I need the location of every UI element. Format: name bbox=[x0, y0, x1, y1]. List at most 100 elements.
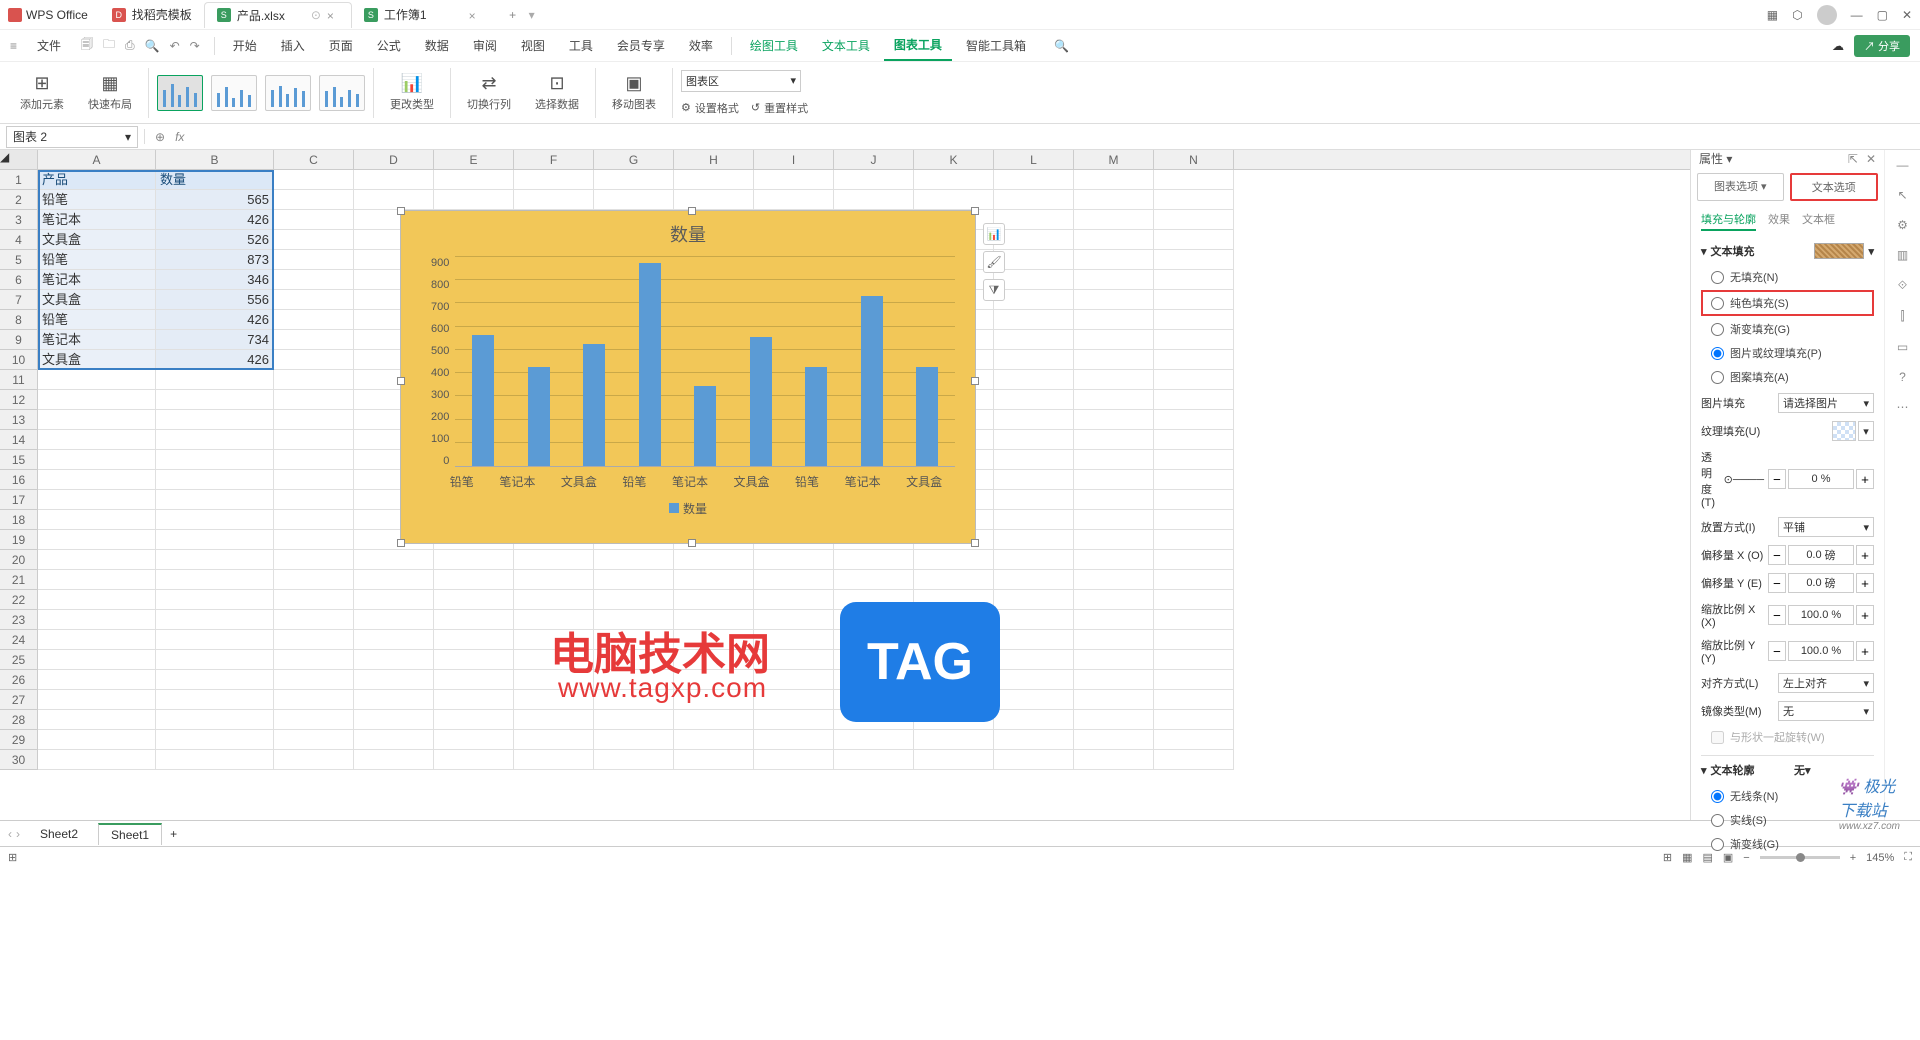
cell[interactable] bbox=[1154, 190, 1234, 210]
cell[interactable] bbox=[834, 750, 914, 770]
row-header[interactable]: 25 bbox=[0, 650, 37, 670]
row-header[interactable]: 11 bbox=[0, 370, 37, 390]
cell[interactable] bbox=[1074, 270, 1154, 290]
chart-style-2[interactable] bbox=[211, 75, 257, 111]
offset-y-input[interactable]: 0.0 磅 bbox=[1788, 573, 1854, 593]
cell[interactable] bbox=[674, 710, 754, 730]
cell[interactable] bbox=[1074, 190, 1154, 210]
cell[interactable] bbox=[994, 310, 1074, 330]
cell[interactable] bbox=[514, 710, 594, 730]
menu-draw-tools[interactable]: 绘图工具 bbox=[740, 31, 808, 60]
cell[interactable] bbox=[274, 410, 354, 430]
cell[interactable] bbox=[434, 670, 514, 690]
cell[interactable] bbox=[994, 690, 1074, 710]
row-header[interactable]: 8 bbox=[0, 310, 37, 330]
cell[interactable] bbox=[1154, 450, 1234, 470]
resize-handle[interactable] bbox=[971, 207, 979, 215]
row-header[interactable]: 18 bbox=[0, 510, 37, 530]
fullscreen-icon[interactable]: ⛶ bbox=[1904, 851, 1912, 864]
cell[interactable] bbox=[156, 510, 274, 530]
cell[interactable] bbox=[914, 570, 994, 590]
cell[interactable] bbox=[274, 550, 354, 570]
dec-button[interactable]: − bbox=[1768, 641, 1786, 661]
search-icon[interactable]: 🔍 bbox=[1054, 39, 1069, 53]
cell[interactable] bbox=[156, 450, 274, 470]
cell[interactable] bbox=[1154, 530, 1234, 550]
cell[interactable] bbox=[274, 570, 354, 590]
section-title[interactable]: ▾ 文本填充▾ bbox=[1701, 243, 1874, 259]
cell[interactable] bbox=[994, 390, 1074, 410]
print-icon[interactable]: ⎙ bbox=[125, 38, 135, 53]
chart-bar[interactable] bbox=[583, 344, 605, 466]
tile-select[interactable]: 平铺▾ bbox=[1778, 517, 1874, 537]
cell[interactable] bbox=[38, 450, 156, 470]
texture-swatch[interactable] bbox=[1832, 421, 1856, 441]
cell[interactable] bbox=[38, 750, 156, 770]
row-header[interactable]: 17 bbox=[0, 490, 37, 510]
cell[interactable] bbox=[274, 490, 354, 510]
cell[interactable] bbox=[274, 170, 354, 190]
status-icon[interactable]: ⊞ bbox=[8, 851, 17, 864]
chart-bar[interactable] bbox=[805, 367, 827, 466]
cell[interactable] bbox=[38, 610, 156, 630]
chart-object[interactable]: 数量 9008007006005004003002001000 铅笔笔记本文具盒… bbox=[400, 210, 976, 544]
cell[interactable] bbox=[274, 450, 354, 470]
cell[interactable] bbox=[434, 650, 514, 670]
cell[interactable] bbox=[274, 670, 354, 690]
cell[interactable] bbox=[434, 690, 514, 710]
cell[interactable] bbox=[274, 590, 354, 610]
fill-outline-tab[interactable]: 填充与轮廓 bbox=[1701, 211, 1756, 231]
inc-button[interactable]: + bbox=[1856, 641, 1874, 661]
cell[interactable] bbox=[1074, 730, 1154, 750]
col-header[interactable]: M bbox=[1074, 150, 1154, 169]
cell[interactable] bbox=[1074, 530, 1154, 550]
cell[interactable]: 526 bbox=[156, 230, 274, 250]
cell[interactable] bbox=[1154, 310, 1234, 330]
chart-bar[interactable] bbox=[916, 367, 938, 466]
cell[interactable] bbox=[38, 630, 156, 650]
tab-file-active[interactable]: S产品.xlsx⊙× bbox=[204, 2, 352, 28]
cell[interactable] bbox=[594, 570, 674, 590]
row-header[interactable]: 14 bbox=[0, 430, 37, 450]
align-select[interactable]: 左上对齐▾ bbox=[1778, 673, 1874, 693]
cell[interactable] bbox=[1154, 630, 1234, 650]
cell[interactable] bbox=[274, 290, 354, 310]
menu-formula[interactable]: 公式 bbox=[367, 31, 411, 60]
cell[interactable] bbox=[1074, 670, 1154, 690]
cell[interactable] bbox=[1154, 510, 1234, 530]
col-header[interactable]: N bbox=[1154, 150, 1234, 169]
resize-handle[interactable] bbox=[397, 539, 405, 547]
cell[interactable] bbox=[354, 610, 434, 630]
cell[interactable] bbox=[514, 170, 594, 190]
chart-style-1[interactable] bbox=[157, 75, 203, 111]
col-header[interactable]: L bbox=[994, 150, 1074, 169]
row-header[interactable]: 12 bbox=[0, 390, 37, 410]
cell[interactable] bbox=[156, 530, 274, 550]
cell[interactable] bbox=[354, 590, 434, 610]
cell[interactable] bbox=[994, 210, 1074, 230]
cell[interactable] bbox=[354, 170, 434, 190]
cell[interactable] bbox=[914, 730, 994, 750]
cell[interactable] bbox=[754, 710, 834, 730]
clipboard-icon[interactable]: ▭ bbox=[1897, 340, 1908, 354]
cell[interactable] bbox=[1154, 550, 1234, 570]
view-normal-icon[interactable]: ⊞ bbox=[1663, 851, 1672, 864]
cell[interactable] bbox=[994, 530, 1074, 550]
tab-workbook1[interactable]: S工作簿1× bbox=[352, 2, 493, 28]
switch-rc-button[interactable]: ⇄切换行列 bbox=[459, 73, 519, 112]
row-header[interactable]: 20 bbox=[0, 550, 37, 570]
col-header[interactable]: F bbox=[514, 150, 594, 169]
cell[interactable] bbox=[156, 610, 274, 630]
cell[interactable] bbox=[354, 690, 434, 710]
cell[interactable] bbox=[994, 470, 1074, 490]
transparency-input[interactable]: 0 % bbox=[1788, 469, 1854, 489]
cell[interactable] bbox=[274, 230, 354, 250]
cell[interactable] bbox=[1154, 270, 1234, 290]
cell[interactable] bbox=[1154, 590, 1234, 610]
cell[interactable] bbox=[1154, 390, 1234, 410]
cell[interactable] bbox=[1154, 690, 1234, 710]
cell[interactable] bbox=[156, 630, 274, 650]
cell[interactable] bbox=[354, 710, 434, 730]
cell[interactable] bbox=[1074, 250, 1154, 270]
inc-button[interactable]: + bbox=[1856, 469, 1874, 489]
